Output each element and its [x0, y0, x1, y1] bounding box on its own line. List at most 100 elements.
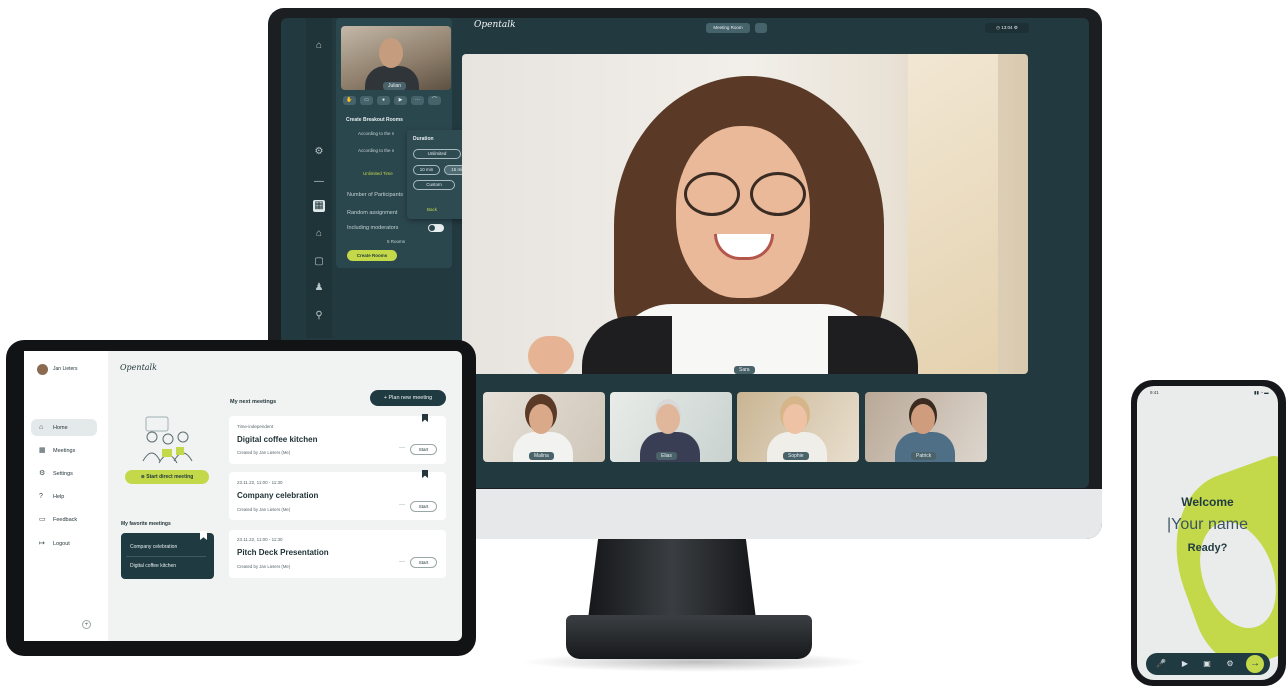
leave-icon[interactable]: ⌒ — [428, 96, 441, 105]
duration-back-button[interactable]: Back — [418, 205, 446, 215]
meeting-creator: Created by Jan Lieters (Me) — [237, 450, 291, 455]
start-direct-meeting-button[interactable]: ⊕ Start direct meeting — [125, 470, 209, 484]
sidebar-item-label: Feedback — [53, 516, 78, 523]
sidebar-item-settings[interactable]: ⚙ Settings — [31, 465, 97, 482]
room-layout-icon[interactable] — [755, 23, 767, 33]
camera-icon[interactable]: ▶ — [394, 96, 407, 105]
join-arrow-button[interactable]: → — [1246, 655, 1264, 673]
create-rooms-button[interactable]: Create Rooms — [347, 250, 397, 261]
sidebar-item-feedback[interactable]: ▭ Feedback — [31, 511, 97, 528]
camera-icon[interactable]: ▶ — [1180, 659, 1190, 669]
opentalk-logo: Opentalk — [474, 20, 516, 30]
people-illustration — [142, 416, 193, 464]
gear-icon: ⚙ — [39, 469, 46, 477]
participant-name: Patrick — [911, 452, 937, 460]
start-button[interactable]: Start — [410, 501, 437, 512]
participant-tile[interactable]: Elias — [610, 392, 732, 462]
mic-icon[interactable]: ● — [377, 96, 390, 105]
meeting-time: ◷ 13:04 ⚙ — [985, 23, 1029, 33]
start-button[interactable]: Start — [410, 557, 437, 568]
participant-name: Elias — [656, 452, 677, 460]
menu-icon[interactable]: — — [313, 176, 325, 188]
self-name-chip: Julian — [383, 82, 407, 90]
sidebar-item-meetings[interactable]: ▦ Meetings — [31, 442, 97, 459]
self-video-tile — [341, 26, 451, 90]
product-showcase: ⌂ ⚙ — ▦ ⌂ ▢ ♟ ⚲ Julian ✋ ▭ ● ▶ ··· ⌒ Cre… — [0, 0, 1286, 689]
monitor-stand-base — [566, 615, 812, 659]
sidebar-item-label: Help — [53, 493, 65, 500]
sidebar-item-help[interactable]: ? Help — [31, 488, 97, 505]
meeting-room-button[interactable]: Meeting Room — [706, 23, 750, 33]
duration-title: Duration — [413, 136, 434, 142]
background-icon[interactable]: ▣ — [1202, 659, 1212, 669]
help-icon: ? — [39, 492, 43, 500]
participant-name: Sophie — [783, 452, 809, 460]
sidebar-item-label: Logout — [53, 540, 70, 547]
lock-icon[interactable]: ⌂ — [313, 228, 325, 240]
breakout-title: Create Breakout Rooms — [346, 117, 403, 123]
chat-icon[interactable]: ▢ — [313, 256, 325, 268]
opentalk-logo: Opentalk — [120, 363, 157, 372]
more-icon[interactable]: ··· — [399, 502, 405, 508]
participant-tile[interactable]: Sophie — [737, 392, 859, 462]
plan-new-meeting-button[interactable]: + Plan new meeting — [370, 390, 446, 406]
rooms-count: 5 Rooms — [387, 239, 406, 244]
glasses-right — [750, 172, 806, 216]
screen-icon[interactable]: ▭ — [360, 96, 373, 105]
home-icon: ⌂ — [39, 423, 44, 431]
meeting-time: 23.11.22, 11:00 - 11:30 — [237, 537, 283, 542]
meeting-title: Digital coffee kitchen — [237, 435, 318, 444]
hand-icon[interactable]: ✋ — [343, 96, 356, 105]
people-icon[interactable]: ♟ — [313, 282, 325, 294]
speaker-jacket-right — [828, 316, 918, 374]
duration-custom[interactable]: Custom — [413, 180, 455, 190]
avatar[interactable] — [37, 364, 48, 375]
divider — [126, 556, 206, 557]
meeting-creator: Created by Jan Lieters (Me) — [237, 564, 291, 569]
unlimited-time[interactable]: Unlimited Time — [363, 171, 393, 176]
start-button[interactable]: Start — [410, 444, 437, 455]
participant-head — [783, 404, 807, 434]
duration-unlimited[interactable]: Unlimited — [413, 149, 461, 159]
participants-label: Number of Participants — [347, 192, 403, 198]
phone-status-icons: ▮▮ ◔ ▬ — [1254, 390, 1269, 395]
more-icon[interactable]: ··· — [411, 96, 424, 105]
add-icon[interactable]: + — [82, 620, 91, 629]
assign-option-2[interactable]: According to the n — [358, 148, 394, 153]
grid-icon[interactable]: ▦ — [313, 200, 325, 212]
name-input[interactable]: |Your name — [1137, 516, 1278, 534]
user-name[interactable]: Jan Lieters — [53, 366, 77, 372]
participant-tile[interactable]: Malina — [483, 392, 605, 462]
favorite-item[interactable]: Digital coffee kitchen — [130, 563, 176, 569]
speaker-jacket-left — [582, 316, 672, 374]
speaker-name-chip: Sara — [734, 366, 755, 374]
settings-icon[interactable]: ⚙ — [1225, 659, 1235, 669]
assign-option-1[interactable]: According to the n — [358, 131, 394, 136]
moderators-label: Including moderators — [347, 225, 399, 231]
self-video-head — [379, 38, 403, 68]
favorite-item[interactable]: Company celebration — [130, 544, 177, 550]
speaker-hand — [528, 336, 574, 374]
more-icon[interactable]: ··· — [399, 445, 405, 451]
ready-text: Ready? — [1187, 542, 1228, 554]
moderators-toggle[interactable] — [428, 224, 444, 232]
home-icon[interactable]: ⌂ — [313, 40, 325, 52]
welcome-text: Welcome — [1181, 495, 1234, 509]
random-assignment-label: Random assignment — [347, 210, 398, 216]
participant-name: Malina — [529, 452, 554, 460]
sidebar-item-label: Meetings — [53, 447, 76, 454]
meeting-time: Time-independent — [237, 424, 274, 429]
participant-tile[interactable]: Patrick — [865, 392, 987, 462]
feedback-icon: ▭ — [39, 515, 46, 523]
participant-head — [911, 404, 935, 434]
more-icon[interactable]: ··· — [399, 559, 405, 565]
self-controls: ✋ ▭ ● ▶ ··· ⌒ — [343, 96, 441, 105]
speaker-video — [462, 54, 1028, 374]
mic-icon[interactable]: 🎤 — [1156, 659, 1166, 669]
participant-head — [656, 404, 680, 434]
share-icon[interactable]: ⚲ — [313, 310, 325, 322]
sidebar-item-logout[interactable]: ↦ Logout — [31, 535, 97, 552]
sidebar-item-home[interactable]: ⌂ Home — [31, 419, 97, 436]
settings-icon[interactable]: ⚙ — [313, 146, 325, 158]
duration-10min[interactable]: 10 min — [413, 165, 440, 175]
